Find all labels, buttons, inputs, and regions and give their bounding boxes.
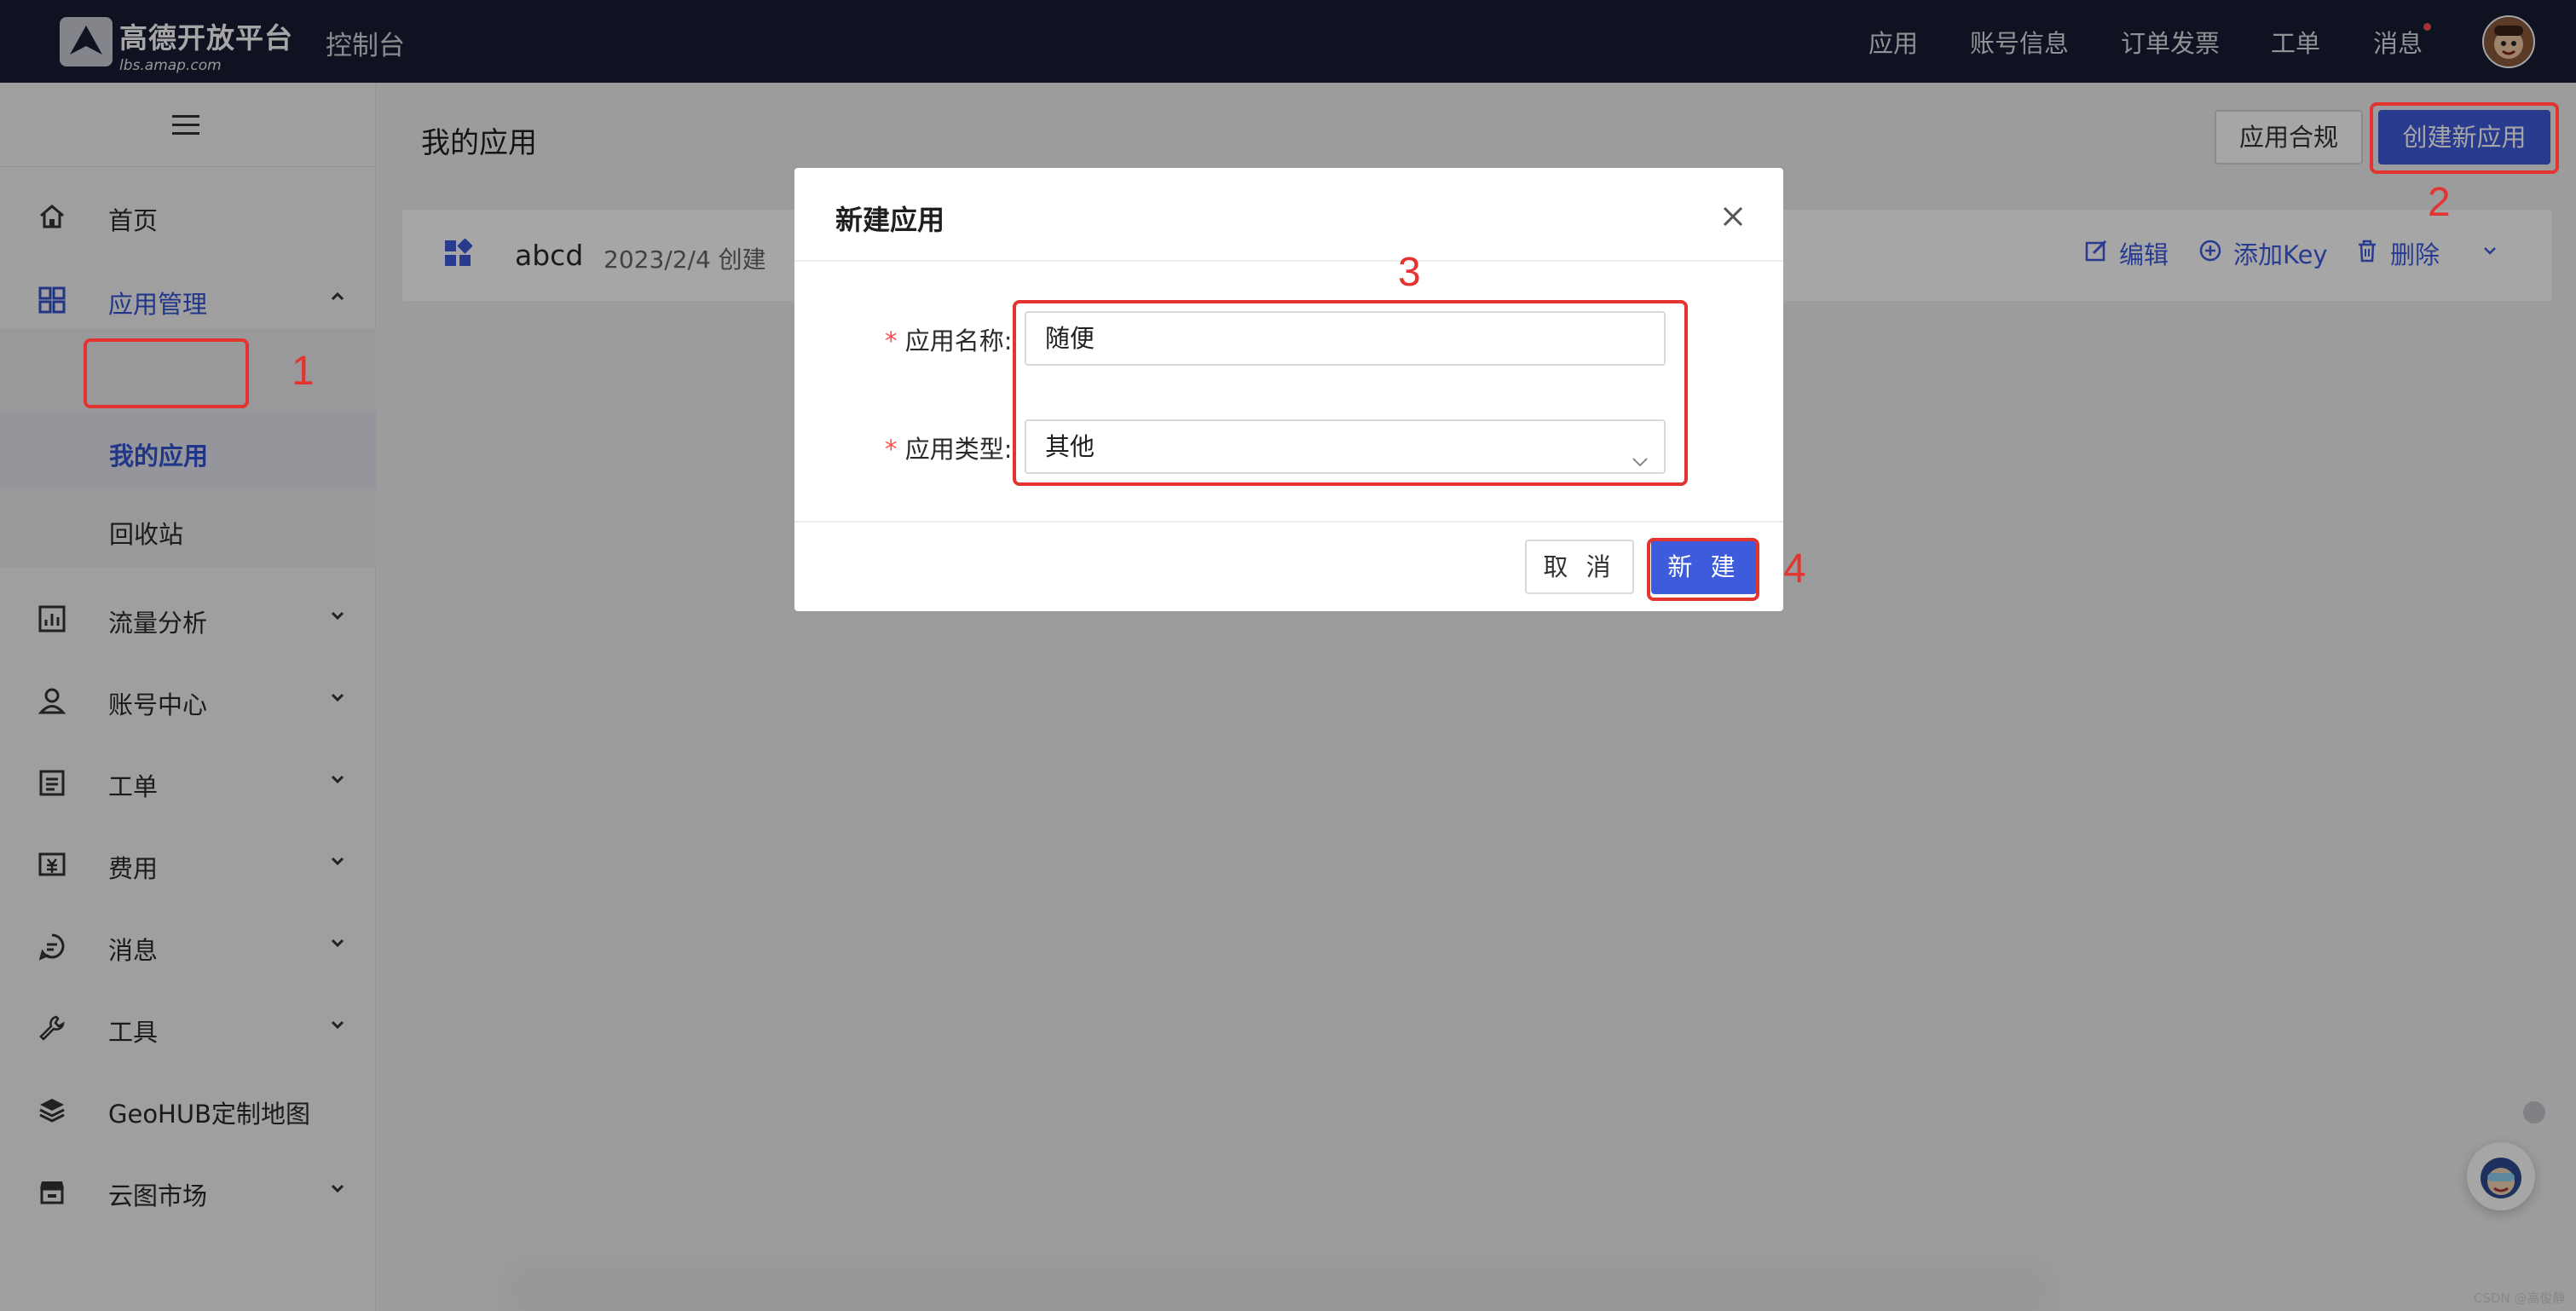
annotation-number-2: 2: [2428, 180, 2451, 225]
dialog-footer-divider: [794, 521, 1783, 523]
watermark: CSDN @高俊静: [2474, 1291, 2566, 1306]
annotation-box-3: [1013, 300, 1688, 486]
annotation-box-1: [84, 338, 249, 408]
annotation-number-4: 4: [1783, 546, 1806, 592]
required-mark: *: [885, 435, 898, 464]
app-name-label: * 应用名称:: [885, 321, 1013, 357]
annotation-number-3: 3: [1398, 250, 1421, 295]
close-icon[interactable]: [1720, 204, 1746, 229]
dialog-header: 新建应用: [794, 168, 1783, 262]
annotation-box-2: [2370, 102, 2559, 174]
annotation-number-1: 1: [292, 349, 315, 394]
overlay-shadow: [511, 1270, 2046, 1311]
app-type-label: * 应用类型:: [885, 430, 1013, 465]
app-name-label-text: 应用名称:: [904, 326, 1013, 355]
dialog-title: 新建应用: [835, 204, 945, 236]
annotation-box-4: [1647, 538, 1759, 601]
cancel-button[interactable]: 取 消: [1525, 540, 1634, 594]
app-type-label-text: 应用类型:: [904, 435, 1013, 464]
required-mark: *: [885, 326, 898, 355]
